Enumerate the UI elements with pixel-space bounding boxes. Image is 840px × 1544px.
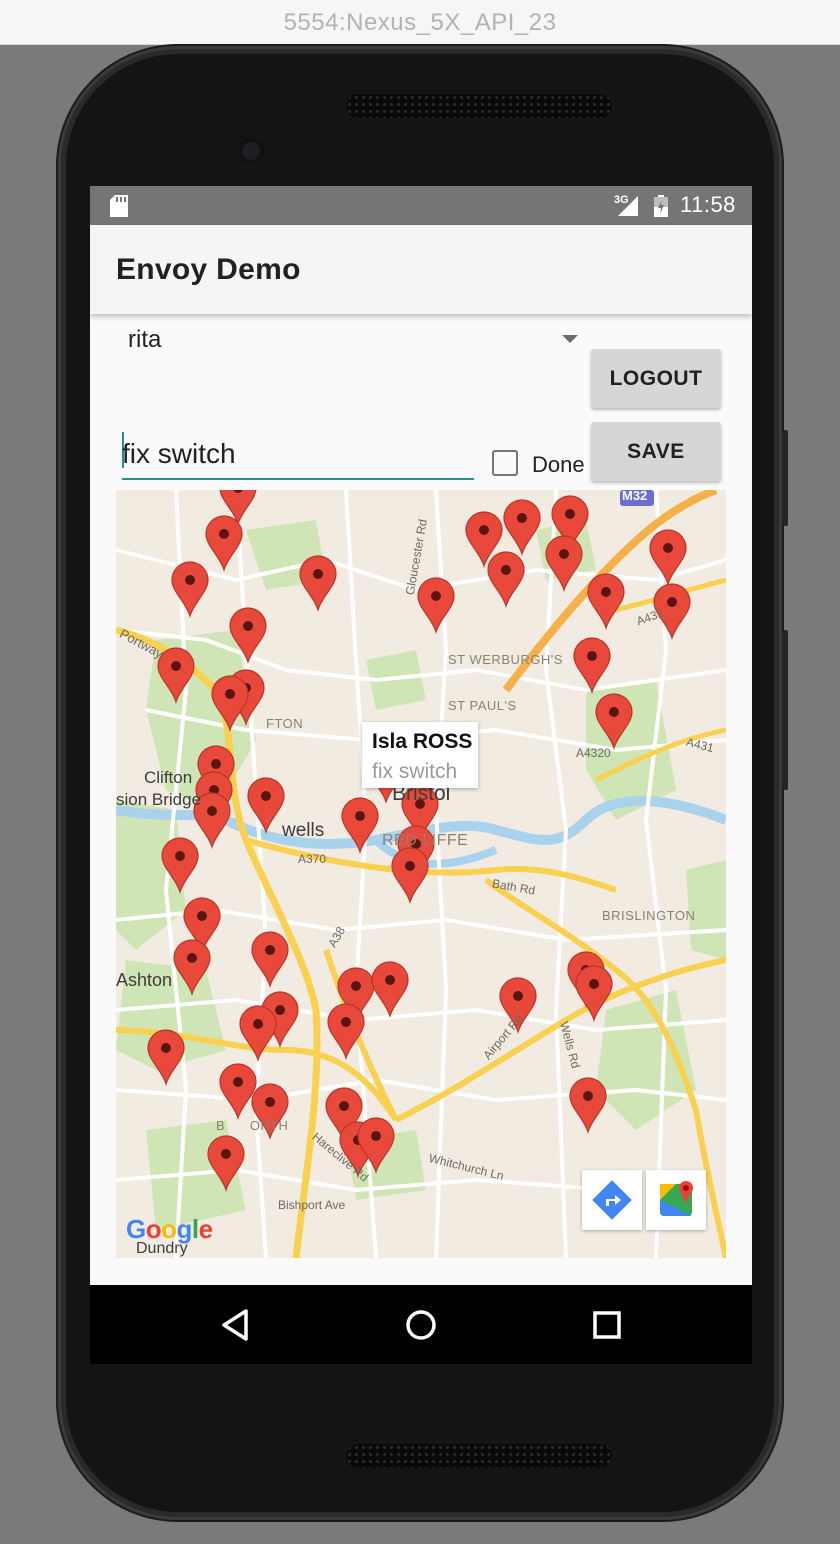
recents-icon[interactable] [583,1301,631,1349]
signal-icon [618,196,638,216]
task-input-value: fix switch [122,438,236,469]
task-input[interactable]: fix switch [122,432,474,480]
power-button[interactable] [782,430,788,526]
status-bar: 3G 11:58 [90,186,752,225]
battery-icon [654,195,668,217]
map-canvas[interactable] [116,490,726,1258]
map-view[interactable]: M32 Portway Gloucester Rd ST WERBURGH'S … [116,490,726,1258]
status-clock: 11:58 [680,192,736,217]
info-window-title: Isla ROSS [372,730,473,753]
emulator-title: 5554:Nexus_5X_API_23 [0,0,840,45]
top-speaker [346,94,612,118]
user-spinner-value: rita [128,326,162,353]
motorway-badge [620,490,654,506]
user-spinner[interactable]: rita [116,314,578,364]
navigation-bar [90,1285,752,1364]
bottom-speaker [346,1444,612,1468]
app-bar: Envoy Demo [90,225,752,314]
directions-icon [592,1180,632,1220]
info-window-snippet: fix switch [372,760,458,783]
volume-rocker[interactable] [782,630,788,790]
sd-card-icon [110,195,128,217]
dropdown-arrow-icon [562,335,578,343]
back-icon[interactable] [212,1301,260,1349]
done-checkbox[interactable] [492,450,518,476]
google-logo: Google [126,1214,213,1244]
front-camera [238,138,264,164]
device-screen: 3G 11:58 Envoy Demo rita LOGOUT fix swit… [90,186,752,1364]
logout-button[interactable]: LOGOUT [591,349,721,408]
directions-button[interactable] [582,1170,642,1230]
phone-frame: 3G 11:58 Envoy Demo rita LOGOUT fix swit… [58,46,788,1520]
done-label[interactable]: Done [532,452,585,478]
google-maps-icon [660,1181,693,1216]
save-button[interactable]: SAVE [591,422,721,481]
open-in-google-maps-button[interactable] [646,1170,706,1230]
home-icon[interactable] [397,1301,445,1349]
app-title: Envoy Demo [116,253,301,286]
marker-info-window[interactable]: Isla ROSS fix switch [362,722,478,788]
